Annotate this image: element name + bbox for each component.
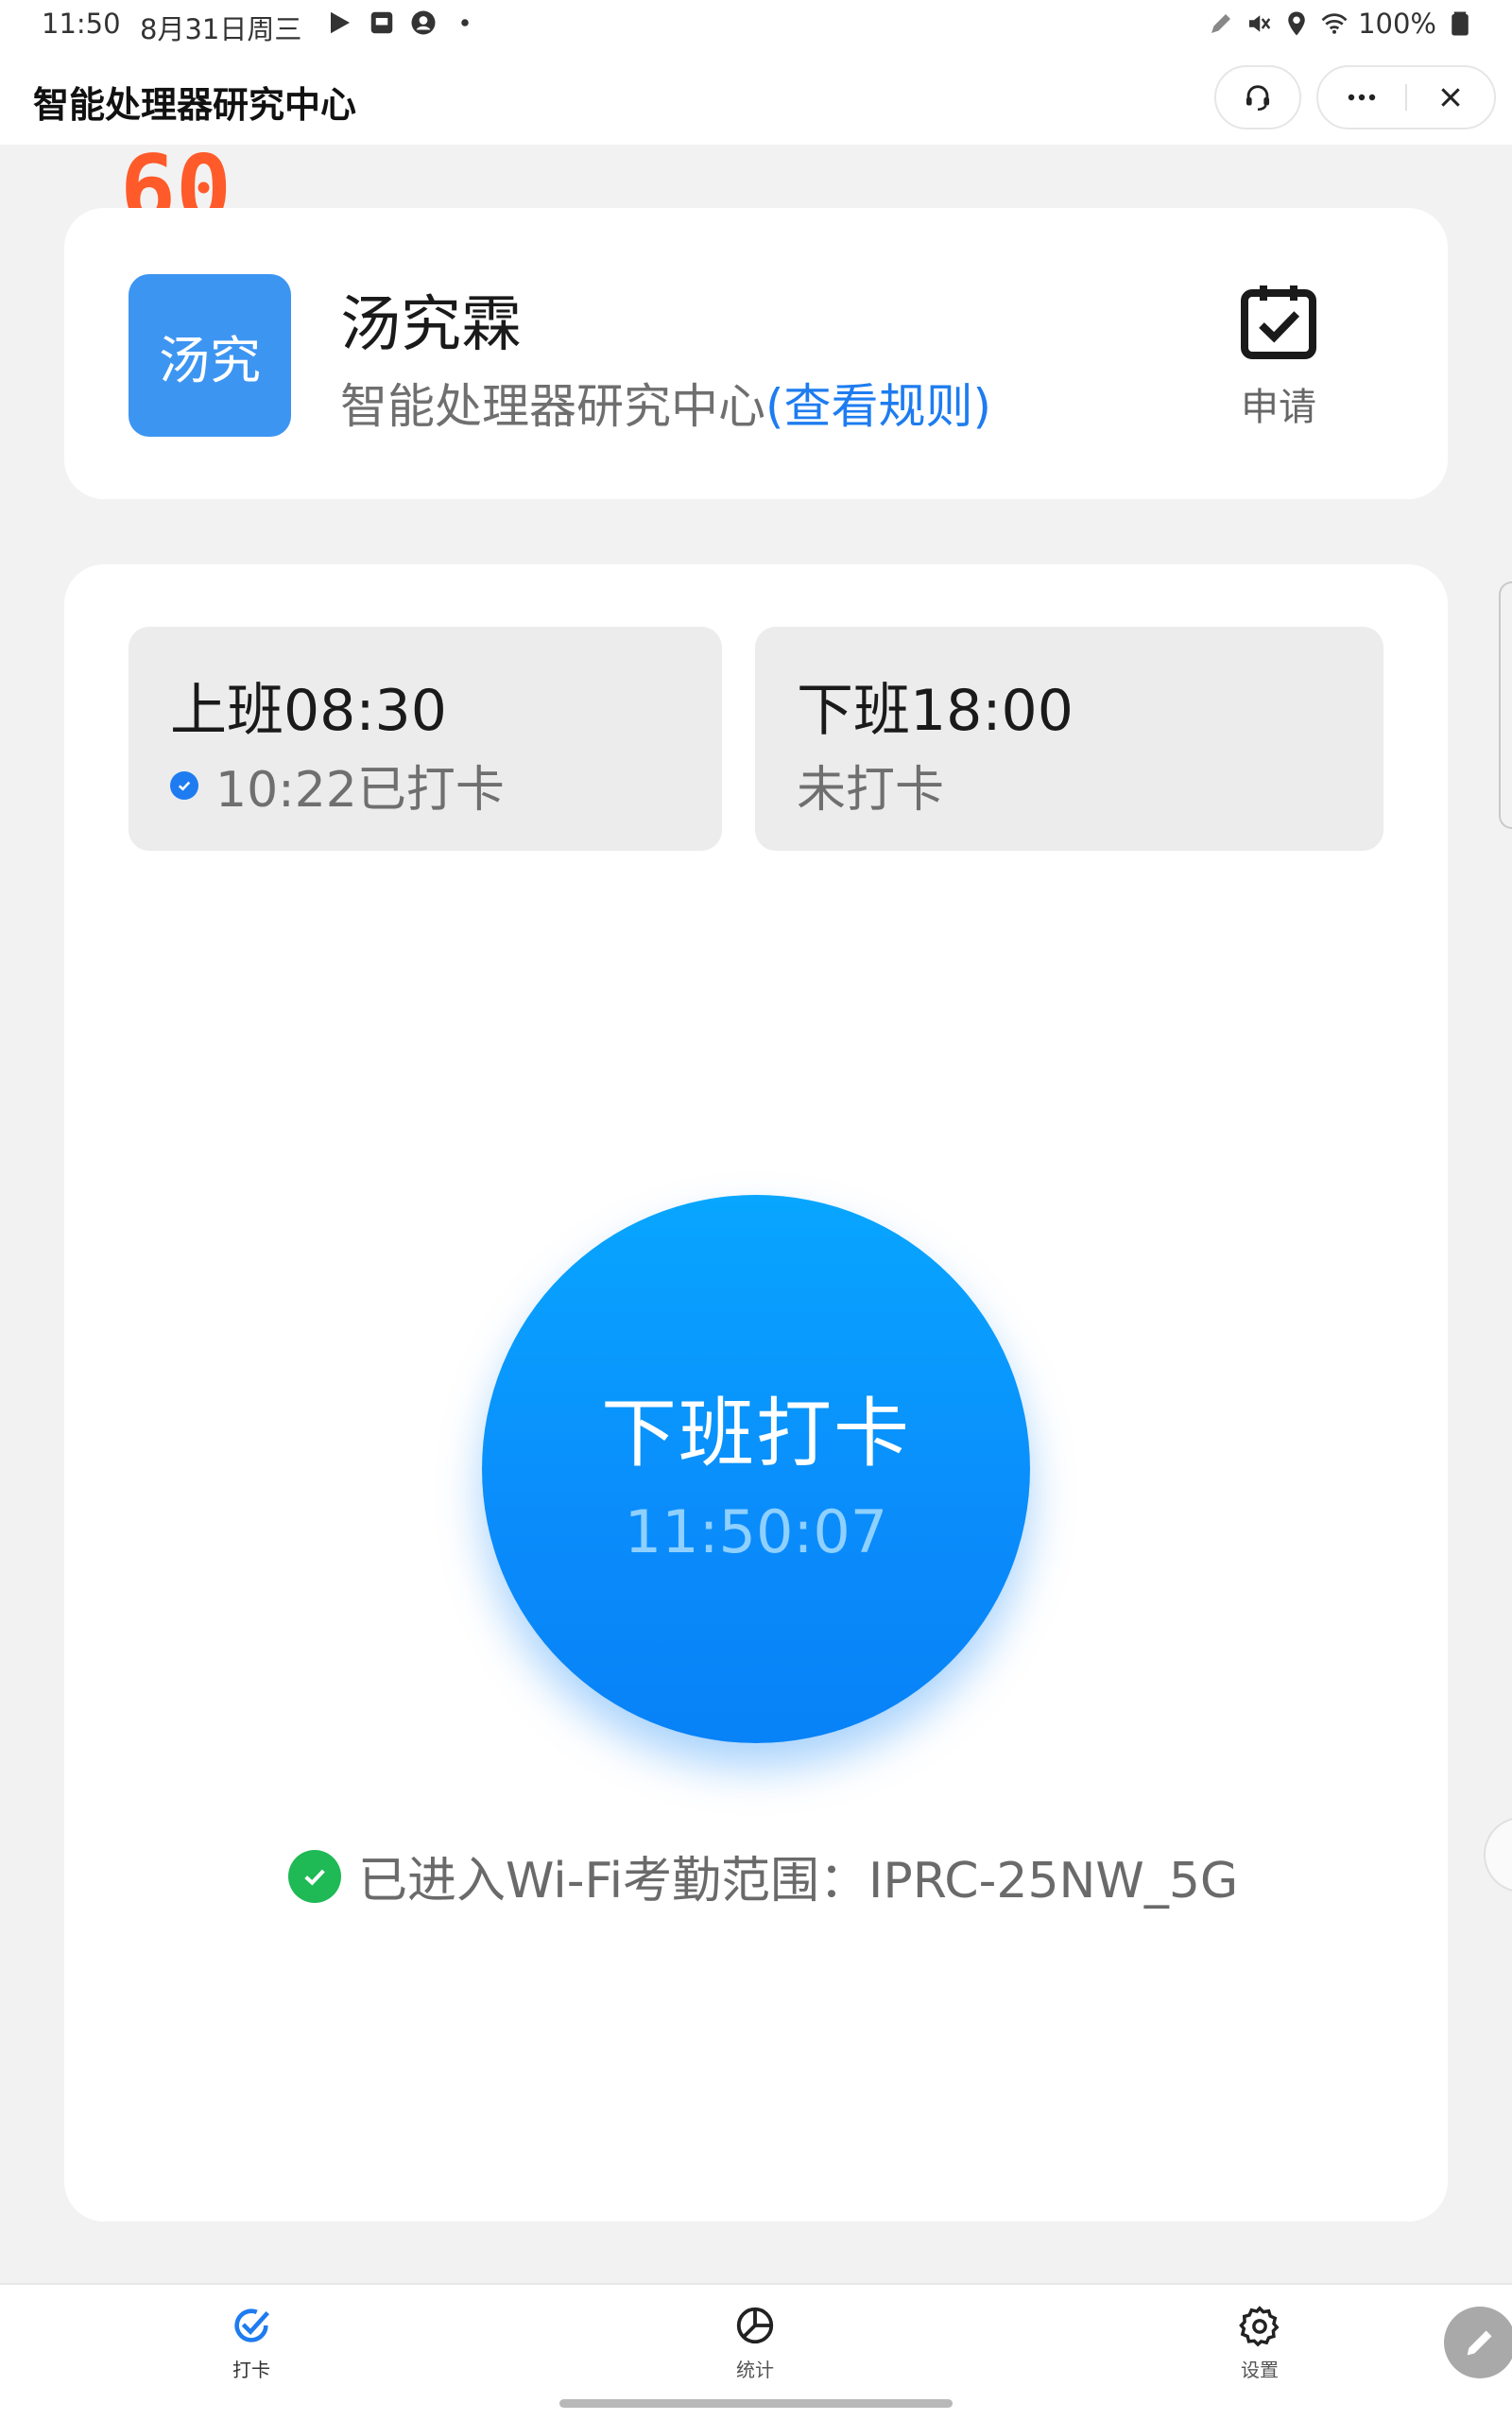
nav-punch[interactable]: 打卡 xyxy=(195,2304,308,2382)
punch-check-icon xyxy=(234,2308,269,2342)
page-title: 智能处理器研究中心 xyxy=(33,84,357,126)
play-store-icon xyxy=(331,11,350,34)
nav-punch-label: 打卡 xyxy=(232,2359,270,2381)
nav-stats-label: 统计 xyxy=(736,2359,774,2381)
nav-settings-label: 设置 xyxy=(1241,2359,1279,2381)
app-notification-icon xyxy=(370,11,393,34)
user-card: 汤究 汤究霖 智能处理器研究中心(查看规则) 申请 xyxy=(64,208,1448,499)
notification-icons xyxy=(326,9,479,37)
avatar: 汤究 xyxy=(129,274,291,437)
system-icons: 100% xyxy=(1207,8,1474,40)
floating-side-button[interactable] xyxy=(1484,1817,1512,1893)
battery-icon xyxy=(1452,11,1469,36)
top-bar: 11:50 8月31日周三 100% 智能处理器研究中心 xyxy=(0,0,1512,145)
nav-stats[interactable]: 统计 xyxy=(698,2304,812,2382)
mute-icon xyxy=(1249,15,1271,32)
shift-off-status-text: 未打卡 xyxy=(797,762,945,819)
more-notifications-dot-icon xyxy=(461,19,469,26)
calendar-check-icon xyxy=(1241,285,1316,359)
status-date: 8月31日周三 xyxy=(140,13,302,45)
punch-label: 下班打卡 xyxy=(601,1389,911,1478)
edit-fab[interactable] xyxy=(1444,2307,1512,2378)
shift-off-title: 下班18:00 xyxy=(797,678,1074,744)
pencil-icon xyxy=(1467,2330,1492,2356)
view-rules-link[interactable]: (查看规则) xyxy=(765,379,991,434)
help-button[interactable] xyxy=(1214,65,1301,130)
shift-on-status-text: 10:22已打卡 xyxy=(215,762,505,819)
wifi-icon xyxy=(1321,13,1348,34)
close-button[interactable] xyxy=(1407,67,1494,128)
punch-out-button[interactable]: 下班打卡 11:50:07 xyxy=(482,1195,1030,1743)
shift-off-status: 未打卡 xyxy=(797,750,944,821)
pen-icon xyxy=(1211,14,1231,33)
home-indicator[interactable] xyxy=(559,2399,953,2408)
side-panel-handle[interactable] xyxy=(1499,581,1512,829)
apply-button[interactable]: 申请 xyxy=(1222,276,1335,431)
check-circle-icon xyxy=(288,1849,341,1903)
more-button[interactable] xyxy=(1318,67,1405,128)
shift-on-title: 上班08:30 xyxy=(170,678,447,744)
capsule-menu xyxy=(1316,65,1496,130)
apply-label: 申请 xyxy=(1241,386,1316,429)
punch-clock: 11:50:07 xyxy=(624,1496,888,1566)
punch-card: 上班08:30 10:22已打卡 下班18:00 未打卡 下班打卡 11:50:… xyxy=(64,564,1448,2221)
wifi-range-text: 已进入Wi-Fi考勤范围：IPRC-25NW_5G xyxy=(358,1853,1239,1910)
attendance-page: 11:50 8月31日周三 100% 智能处理器研究中心 60 汤究 汤究霖 智… xyxy=(0,0,1512,2420)
gear-icon xyxy=(1239,2306,1280,2347)
shift-off-duty[interactable]: 下班18:00 未打卡 xyxy=(755,627,1383,851)
department-line: 智能处理器研究中心(查看规则) xyxy=(340,369,991,437)
account-icon xyxy=(411,10,436,35)
headset-icon xyxy=(1246,85,1270,112)
battery-percent: 100% xyxy=(1358,8,1436,40)
user-name: 汤究霖 xyxy=(340,290,522,360)
shift-on-status: 10:22已打卡 xyxy=(170,750,505,821)
checked-icon xyxy=(170,770,198,800)
status-time: 11:50 xyxy=(42,8,121,40)
pie-chart-icon xyxy=(736,2307,774,2344)
wifi-range-status: 已进入Wi-Fi考勤范围：IPRC-25NW_5G xyxy=(288,1841,1238,1911)
status-bar: 11:50 8月31日周三 100% xyxy=(0,0,1512,49)
shift-on-duty[interactable]: 上班08:30 10:22已打卡 xyxy=(129,627,722,851)
close-icon xyxy=(1441,88,1460,107)
ellipsis-icon xyxy=(1348,94,1376,101)
nav-settings[interactable]: 设置 xyxy=(1203,2304,1316,2382)
location-icon xyxy=(1288,11,1305,36)
department-name: 智能处理器研究中心 xyxy=(340,379,765,434)
title-bar: 智能处理器研究中心 xyxy=(0,49,1512,145)
